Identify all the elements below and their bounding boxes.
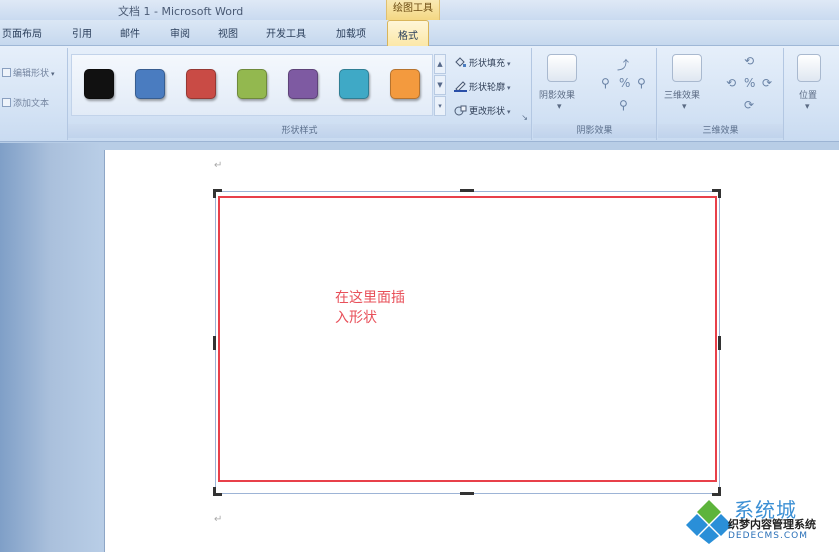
tab-review[interactable]: 审阅 [170, 25, 190, 40]
watermark: 系统城 织梦内容管理系统 DEDECMS.COM [684, 496, 839, 552]
tab-mailings[interactable]: 邮件 [120, 25, 140, 40]
shape-style-gallery [71, 54, 433, 116]
shape-text-line-2: 入形状 [335, 310, 377, 326]
style-swatch-orange[interactable] [390, 69, 420, 99]
shadow-effects-group-label: 阴影效果 [533, 124, 656, 138]
resize-handle-top[interactable] [460, 189, 474, 192]
resize-handle-bottom-left[interactable] [213, 487, 222, 496]
resize-handle-top-right[interactable] [712, 189, 721, 198]
pen-outline-icon [454, 81, 467, 92]
add-text-label: 添加文本 [13, 99, 50, 109]
nudge-shadow-up-icon[interactable]: ⤴ [617, 56, 629, 73]
3d-effects-button-label: 三维效果 [664, 91, 701, 101]
gallery-scroll-up-button[interactable]: ▲ [434, 54, 446, 74]
shape-outline-button[interactable]: 形状轮廓 ▾ [454, 80, 511, 93]
edit-shape-icon [2, 68, 11, 77]
gallery-scroll-down-button[interactable]: ▼ [434, 75, 446, 95]
position-label: 位置 [799, 91, 818, 101]
3d-effects-button[interactable] [672, 54, 702, 82]
position-button[interactable] [797, 54, 821, 82]
add-text-button[interactable]: 添加文本 [2, 96, 49, 109]
position-dropdown-icon: ▾ [805, 102, 810, 112]
edit-shape-button[interactable]: 编辑形状 ▾ [2, 66, 55, 79]
style-swatch-aqua[interactable] [339, 69, 369, 99]
add-text-icon [2, 98, 11, 107]
tab-references[interactable]: 引用 [72, 25, 92, 40]
tab-developer[interactable]: 开发工具 [266, 25, 306, 40]
style-swatch-black[interactable] [84, 69, 114, 99]
style-swatch-blue[interactable] [135, 69, 165, 99]
gallery-more-button[interactable]: ▾ [434, 96, 446, 116]
paragraph-mark: ↵ [214, 514, 223, 525]
paint-bucket-icon [455, 57, 466, 67]
shadow-effects-button[interactable] [547, 54, 577, 82]
title-bar: 文档 1 - Microsoft Word 绘图工具 [0, 0, 839, 20]
watermark-logo-icon [686, 500, 732, 544]
tilt-right-icon[interactable]: ⟳ [762, 76, 772, 90]
tab-page-layout[interactable]: 页面布局 [2, 25, 42, 40]
shadow-effects-button-label: 阴影效果 [539, 91, 576, 101]
change-shape-icon [454, 105, 467, 116]
rectangle-shape[interactable] [218, 196, 717, 482]
resize-handle-bottom-right[interactable] [712, 487, 721, 496]
3d-dropdown-icon: ▾ [682, 102, 687, 112]
style-swatch-purple[interactable] [288, 69, 318, 99]
edit-shape-label: 编辑形状 [13, 69, 50, 79]
shape-styles-group: ▲ ▼ ▾ 形状填充 ▾ 形状轮廓 ▾ 更改形状 ▾ ↘ 形状样式 [68, 48, 532, 140]
tab-add-ins[interactable]: 加载项 [336, 25, 366, 40]
shadow-dropdown-icon: ▾ [557, 102, 562, 112]
gallery-scroll: ▲ ▼ ▾ [434, 54, 446, 116]
resize-handle-bottom[interactable] [460, 492, 474, 495]
style-swatch-green[interactable] [237, 69, 267, 99]
3d-effects-group-label: 三维效果 [658, 124, 783, 138]
tilt-left-icon[interactable]: ⟲ [726, 76, 736, 90]
shape-styles-launcher-icon[interactable]: ↘ [521, 113, 528, 122]
ribbon: 编辑形状 ▾ 添加文本 ▲ ▼ ▾ 形状填充 ▾ 形状轮廓 ▾ 更改形状 ▾ ↘… [0, 46, 839, 142]
drawing-tools-context-label: 绘图工具 [386, 0, 440, 20]
resize-handle-right[interactable] [718, 336, 721, 350]
shadow-effects-group: 阴影效果 ▾ ⤴ ⚲ % ⚲ ⚲ 阴影效果 [533, 48, 657, 140]
shape-fill-button[interactable]: 形状填充 ▾ [454, 56, 511, 69]
nudge-shadow-left-icon[interactable]: ⚲ [601, 76, 610, 90]
arrange-group: 位置 ▾ [785, 48, 839, 140]
shape-fill-label: 形状填充 [469, 59, 506, 69]
shape-styles-group-label: 形状样式 [68, 124, 531, 138]
tab-view[interactable]: 视图 [218, 25, 238, 40]
toggle-3d-icon[interactable]: % [744, 76, 755, 90]
shape-text[interactable]: 在这里面插 入形状 [335, 288, 431, 328]
tilt-up-icon[interactable]: ⟲ [744, 54, 754, 68]
nudge-shadow-right-icon[interactable]: ⚲ [637, 76, 646, 90]
watermark-small-text: 织梦内容管理系统 [728, 518, 816, 531]
shape-text-line-1: 在这里面插 [335, 290, 405, 306]
toggle-shadow-icon[interactable]: % [619, 76, 630, 90]
ribbon-tabs: 页面布局 引用 邮件 审阅 视图 开发工具 加载项 格式 [0, 20, 839, 47]
tilt-down-icon[interactable]: ⟳ [744, 98, 754, 112]
paragraph-mark: ↵ [214, 160, 223, 171]
shape-outline-label: 形状轮廓 [469, 83, 506, 93]
watermark-url: DEDECMS.COM [728, 531, 808, 541]
resize-handle-top-left[interactable] [213, 189, 222, 198]
insert-shapes-group: 编辑形状 ▾ 添加文本 [0, 48, 68, 140]
change-shape-label: 更改形状 [469, 107, 506, 117]
style-swatch-red[interactable] [186, 69, 216, 99]
window-title: 文档 1 - Microsoft Word [118, 5, 244, 18]
resize-handle-left[interactable] [213, 336, 216, 350]
3d-effects-group: 三维效果 ▾ ⟲ ⟲ % ⟳ ⟳ 三维效果 [658, 48, 784, 140]
nudge-shadow-down-icon[interactable]: ⚲ [619, 98, 628, 112]
change-shape-button[interactable]: 更改形状 ▾ [454, 104, 511, 117]
tab-format[interactable]: 格式 [387, 20, 429, 47]
